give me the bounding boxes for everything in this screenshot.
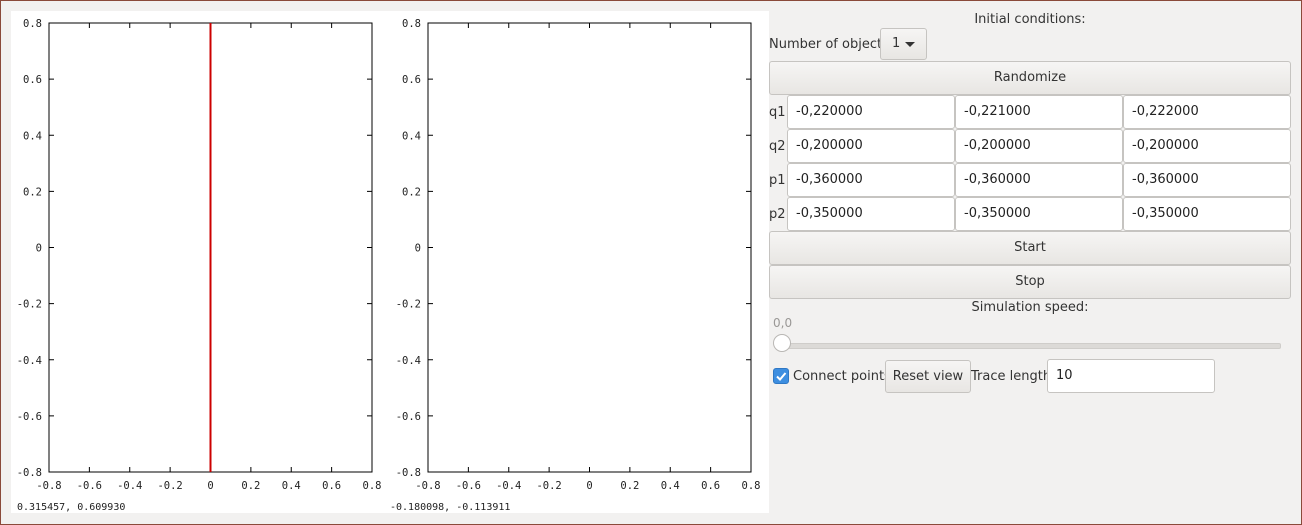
num-objects-value: 1 <box>892 36 901 51</box>
start-button[interactable]: Start <box>769 231 1291 265</box>
y-tick-label: 0.8 <box>402 18 421 30</box>
row-3-value-0-input[interactable]: -0,350000 <box>787 197 955 231</box>
x-tick-label: 0.8 <box>363 480 382 492</box>
randomize-button[interactable]: Randomize <box>769 61 1291 95</box>
x-tick-label: 0.6 <box>322 480 341 492</box>
x-tick-label: -0.6 <box>456 480 481 492</box>
x-tick-label: -0.4 <box>117 480 142 492</box>
stop-button[interactable]: Stop <box>769 265 1291 299</box>
y-tick-label: 0.2 <box>402 186 421 198</box>
y-tick-label: -0.2 <box>396 299 421 311</box>
num-objects-label: Number of objects: <box>769 37 894 52</box>
x-tick-label: -0.2 <box>157 480 182 492</box>
phase-plot-right[interactable]: -0.8 -0.6 -0.4 -0.2 0 0.2 0.4 0.6 0.8 0.8 0.6 0.4 0.… <box>390 11 769 513</box>
x-tick-label: 0.4 <box>661 480 680 492</box>
x-tick-label: 0.2 <box>620 480 639 492</box>
x-tick-label: 0.6 <box>701 480 720 492</box>
row-0-value-1-input[interactable]: -0,221000 <box>955 95 1123 129</box>
x-tick-label: -0.2 <box>536 480 561 492</box>
row-3-value-1-input[interactable]: -0,350000 <box>955 197 1123 231</box>
row-2-value-2-input[interactable]: -0,360000 <box>1123 163 1291 197</box>
num-objects-dropdown[interactable]: 1 <box>880 28 927 60</box>
connect-points-checkbox[interactable] <box>773 368 789 384</box>
y-tick-label: 0.4 <box>402 130 421 142</box>
row-2-value-1-input[interactable]: -0,360000 <box>955 163 1123 197</box>
plot-frame <box>427 22 752 473</box>
y-tick-label: -0.4 <box>396 355 421 367</box>
row-0-value-0-input[interactable]: -0,220000 <box>787 95 955 129</box>
sim-speed-value: 0,0 <box>773 316 793 330</box>
plots-area: -0.8 -0.6 -0.4 -0.2 0 0.2 0.4 0.6 0.8 0.8 0.6 0.4 0.… <box>11 11 769 513</box>
row-1-value-0-input[interactable]: -0,200000 <box>787 129 955 163</box>
row-3-value-2-input[interactable]: -0,350000 <box>1123 197 1291 231</box>
coord-readout-right: -0.180098, -0.113911 <box>390 502 511 513</box>
chevron-down-icon <box>905 42 915 47</box>
y-tick-label: 0.6 <box>402 74 421 86</box>
x-tick-label: 0 <box>586 480 592 492</box>
y-tick-label: 0.2 <box>23 186 42 198</box>
x-tick-label: -0.4 <box>496 480 521 492</box>
y-tick-label: 0.8 <box>23 18 42 30</box>
x-tick-label: 0 <box>207 480 213 492</box>
y-tick-label: 0 <box>415 243 421 255</box>
phase-plot-left[interactable]: -0.8 -0.6 -0.4 -0.2 0 0.2 0.4 0.6 0.8 0.8 0.6 0.4 0.… <box>11 11 390 513</box>
sim-speed-label: Simulation speed: <box>971 300 1089 315</box>
y-tick-label: -0.4 <box>17 355 42 367</box>
y-tick-label: -0.6 <box>396 411 421 423</box>
y-tick-label: 0.6 <box>23 74 42 86</box>
row-1-value-1-input[interactable]: -0,200000 <box>955 129 1123 163</box>
x-tick-label: -0.8 <box>36 480 61 492</box>
x-tick-label: 0.8 <box>742 480 761 492</box>
row-0-value-2-input[interactable]: -0,222000 <box>1123 95 1291 129</box>
trace-length-label: Trace length: <box>971 369 1056 384</box>
y-tick-label: -0.8 <box>396 467 421 479</box>
row-1-value-2-input[interactable]: -0,200000 <box>1123 129 1291 163</box>
x-tick-label: 0.2 <box>241 480 260 492</box>
x-tick-label: -0.8 <box>415 480 440 492</box>
row-2-value-0-input[interactable]: -0,360000 <box>787 163 955 197</box>
reset-view-button[interactable]: Reset view <box>885 360 971 393</box>
trace-length-input[interactable]: 10 <box>1047 359 1215 393</box>
x-tick-label: -0.6 <box>77 480 102 492</box>
coord-readout-left: 0.315457, 0.609930 <box>17 502 126 513</box>
y-tick-label: 0 <box>36 243 42 255</box>
connect-points-label: Connect points <box>793 369 891 384</box>
checkmark-icon <box>776 372 787 381</box>
y-tick-label: -0.2 <box>17 299 42 311</box>
y-tick-label: -0.8 <box>17 467 42 479</box>
sim-speed-slider-handle[interactable] <box>773 334 791 352</box>
control-panel: Initial conditions: Number of objects: 1… <box>769 0 1291 523</box>
x-tick-label: 0.4 <box>282 480 301 492</box>
y-tick-label: -0.6 <box>17 411 42 423</box>
initial-conditions-label: Initial conditions: <box>974 12 1086 27</box>
sim-speed-slider-track[interactable] <box>781 343 1281 349</box>
y-tick-label: 0.4 <box>23 130 42 142</box>
